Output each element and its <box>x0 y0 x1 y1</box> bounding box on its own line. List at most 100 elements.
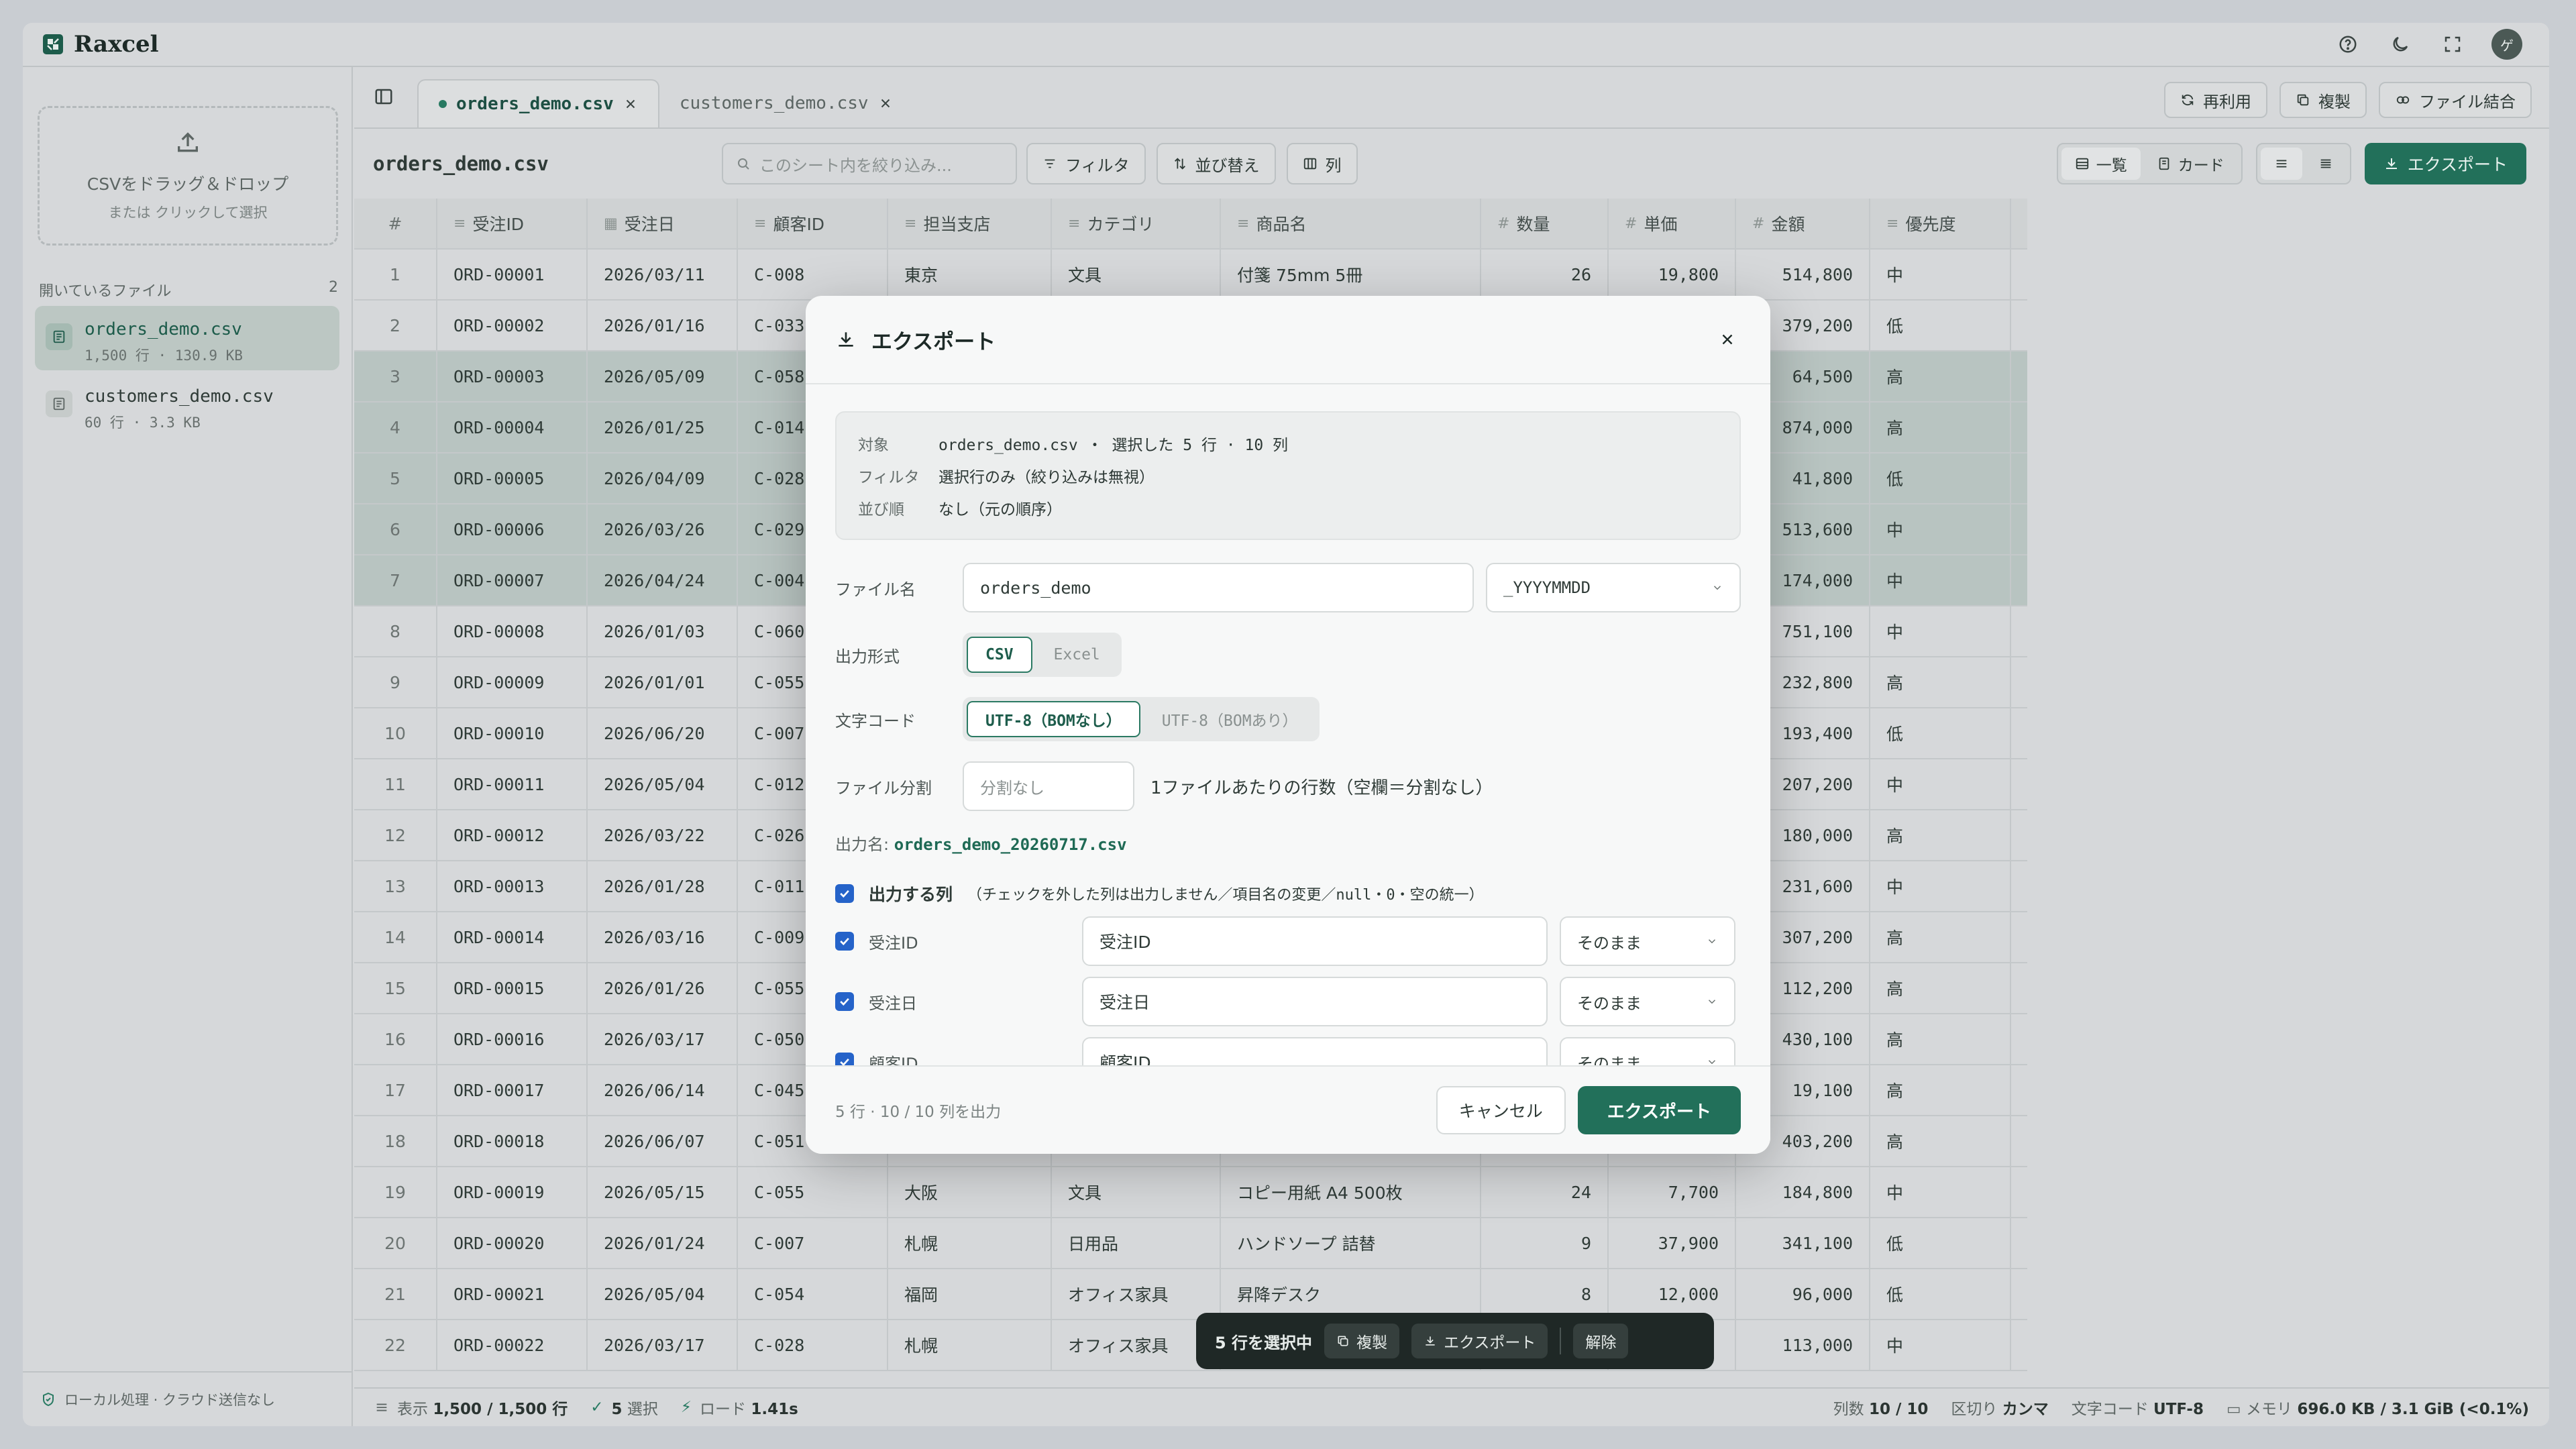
table-cell[interactable]: 高 <box>1870 912 2011 962</box>
table-cell[interactable]: オフィス家具 <box>1052 1269 1221 1319</box>
table-cell[interactable]: 高 <box>1870 352 2011 401</box>
table-cell[interactable]: C-055 <box>738 1167 888 1217</box>
column-checkbox[interactable] <box>835 932 854 951</box>
column-rename-input[interactable]: 受注ID <box>1082 916 1548 966</box>
row-number[interactable]: 21 <box>354 1269 437 1319</box>
table-cell[interactable]: ORD-00004 <box>437 402 588 452</box>
row-number[interactable]: 10 <box>354 708 437 758</box>
column-header[interactable]: # 単価 <box>1609 199 1736 248</box>
column-header[interactable]: ≡ カテゴリ <box>1052 199 1221 248</box>
table-cell[interactable]: 大阪 <box>888 1167 1052 1217</box>
table-cell[interactable]: C-007 <box>738 1218 888 1268</box>
tab-orders[interactable]: orders_demo.csv <box>417 79 659 127</box>
column-rename-input[interactable]: 受注日 <box>1082 977 1548 1026</box>
column-header[interactable]: ≡ 受注ID <box>437 199 588 248</box>
table-cell[interactable]: 札幌 <box>888 1320 1052 1370</box>
table-cell[interactable]: 中 <box>1870 1320 2011 1370</box>
column-null-mode-select[interactable]: そのまま <box>1560 916 1735 966</box>
format-excel-option[interactable]: Excel <box>1036 637 1118 673</box>
table-cell[interactable]: 2026/01/28 <box>588 861 738 911</box>
table-cell[interactable]: ORD-00022 <box>437 1320 588 1370</box>
table-cell[interactable]: 文具 <box>1052 250 1221 299</box>
table-cell[interactable]: ORD-00020 <box>437 1218 588 1268</box>
row-number[interactable]: 7 <box>354 555 437 605</box>
confirm-export-button[interactable]: エクスポート <box>1577 1086 1741 1134</box>
row-number[interactable]: 1 <box>354 250 437 299</box>
file-drop-zone[interactable]: CSVをドラッグ＆ドロップ または クリックして選択 <box>38 106 338 246</box>
row-number[interactable]: 2 <box>354 301 437 350</box>
table-cell[interactable]: 高 <box>1870 402 2011 452</box>
export-button[interactable]: エクスポート <box>2364 143 2526 184</box>
table-cell[interactable]: 19,800 <box>1609 250 1736 299</box>
sheet-search-input[interactable]: このシート内を絞り込み... <box>722 143 1017 184</box>
table-cell[interactable]: 日用品 <box>1052 1218 1221 1268</box>
row-number[interactable]: 13 <box>354 861 437 911</box>
row-number[interactable]: 12 <box>354 810 437 860</box>
table-cell[interactable]: 341,100 <box>1736 1218 1870 1268</box>
filter-button[interactable]: フィルタ <box>1026 143 1146 184</box>
table-cell[interactable]: 8 <box>1481 1269 1609 1319</box>
table-cell[interactable]: 高 <box>1870 1116 2011 1166</box>
split-rows-input[interactable]: 分割なし <box>963 761 1134 811</box>
close-icon[interactable] <box>1714 326 1741 353</box>
encoding-utf8-option[interactable]: UTF-8（BOMなし） <box>967 701 1140 737</box>
select-all-columns-checkbox[interactable] <box>835 884 854 903</box>
table-cell[interactable]: ORD-00013 <box>437 861 588 911</box>
table-cell[interactable]: C-008 <box>738 250 888 299</box>
table-cell[interactable]: ORD-00009 <box>437 657 588 707</box>
table-cell[interactable]: ORD-00016 <box>437 1014 588 1064</box>
table-cell[interactable]: 96,000 <box>1736 1269 1870 1319</box>
table-cell[interactable]: 中 <box>1870 759 2011 809</box>
table-cell[interactable]: 2026/01/03 <box>588 606 738 656</box>
table-cell[interactable]: 2026/05/04 <box>588 759 738 809</box>
table-cell[interactable]: C-028 <box>738 1320 888 1370</box>
table-cell[interactable]: 2026/01/01 <box>588 657 738 707</box>
row-number[interactable]: 6 <box>354 504 437 554</box>
table-row[interactable]: 20 ORD-00020 2026/01/24 C-007 札幌 日用品 ハンドソープ 詰替… <box>354 1218 2027 1269</box>
row-number[interactable]: 3 <box>354 352 437 401</box>
table-cell[interactable]: 2026/05/15 <box>588 1167 738 1217</box>
table-cell[interactable]: ORD-00001 <box>437 250 588 299</box>
dark-mode-icon[interactable] <box>2387 31 2414 58</box>
density-compact-button[interactable] <box>2305 148 2347 180</box>
table-cell[interactable]: 高 <box>1870 1014 2011 1064</box>
view-list-button[interactable]: 一覧 <box>2061 148 2141 180</box>
table-cell[interactable]: 2026/03/11 <box>588 250 738 299</box>
toggle-sidebar-icon[interactable] <box>365 78 402 115</box>
help-icon[interactable] <box>2334 31 2361 58</box>
row-number[interactable]: 9 <box>354 657 437 707</box>
table-row[interactable]: 19 ORD-00019 2026/05/15 C-055 大阪 文具 コピー用紙 A4 5… <box>354 1167 2027 1218</box>
table-cell[interactable]: 文具 <box>1052 1167 1221 1217</box>
table-cell[interactable]: ORD-00015 <box>437 963 588 1013</box>
table-cell[interactable]: 2026/01/24 <box>588 1218 738 1268</box>
table-cell[interactable]: 24 <box>1481 1167 1609 1217</box>
table-cell[interactable]: ORD-00003 <box>437 352 588 401</box>
row-number[interactable]: 8 <box>354 606 437 656</box>
filename-suffix-select[interactable]: _YYYYMMDD <box>1486 563 1741 612</box>
table-cell[interactable]: 中 <box>1870 861 2011 911</box>
table-cell[interactable]: 高 <box>1870 810 2011 860</box>
table-cell[interactable]: 付箋 75mm 5冊 <box>1221 250 1481 299</box>
table-cell[interactable]: ハンドソープ 詰替 <box>1221 1218 1481 1268</box>
table-cell[interactable]: 37,900 <box>1609 1218 1736 1268</box>
column-header[interactable]: ≡ 担当支店 <box>888 199 1052 248</box>
close-icon[interactable] <box>623 97 638 111</box>
table-cell[interactable]: 福岡 <box>888 1269 1052 1319</box>
column-checkbox[interactable] <box>835 992 854 1011</box>
table-cell[interactable]: 低 <box>1870 301 2011 350</box>
table-cell[interactable]: 2026/03/26 <box>588 504 738 554</box>
filename-input[interactable]: orders_demo <box>963 563 1474 612</box>
table-cell[interactable]: ORD-00005 <box>437 453 588 503</box>
table-cell[interactable]: 2026/05/04 <box>588 1269 738 1319</box>
table-cell[interactable]: 中 <box>1870 250 2011 299</box>
row-number[interactable]: 4 <box>354 402 437 452</box>
cancel-button[interactable]: キャンセル <box>1436 1086 1566 1134</box>
column-header[interactable]: ≡ 優先度 <box>1870 199 2011 248</box>
encoding-utf8-bom-option[interactable]: UTF-8（BOMあり） <box>1144 701 1316 737</box>
view-card-button[interactable]: カード <box>2143 148 2238 180</box>
table-cell[interactable]: 2026/06/14 <box>588 1065 738 1115</box>
table-cell[interactable]: ORD-00021 <box>437 1269 588 1319</box>
table-cell[interactable]: 113,000 <box>1736 1320 1870 1370</box>
sort-button[interactable]: 並び替え <box>1156 143 1276 184</box>
table-cell[interactable]: 2026/03/16 <box>588 912 738 962</box>
